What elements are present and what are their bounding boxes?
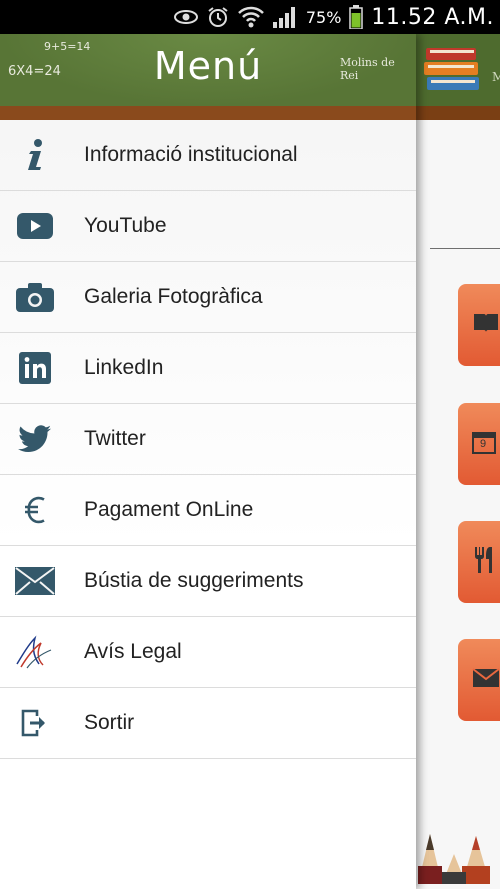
info-icon bbox=[0, 120, 70, 190]
menu-item-label: YouTube bbox=[84, 214, 167, 237]
cutlery-icon bbox=[472, 546, 496, 579]
menu-item-label: LinkedIn bbox=[84, 356, 164, 379]
menu-item-label: Avís Legal bbox=[84, 640, 182, 663]
menu-item-avis-legal[interactable]: Avís Legal bbox=[0, 617, 416, 688]
menu-item-youtube[interactable]: YouTube bbox=[0, 191, 416, 262]
pencils-decoration-icon bbox=[416, 814, 500, 889]
menu-item-label: Sortir bbox=[84, 711, 135, 734]
divider bbox=[430, 248, 500, 249]
mail-icon bbox=[472, 667, 500, 693]
youtube-icon bbox=[0, 191, 70, 261]
tile-book[interactable] bbox=[458, 284, 500, 366]
background-header-text: M bbox=[492, 70, 500, 84]
menu-item-galeria[interactable]: Galeria Fotogràfica bbox=[0, 262, 416, 333]
background-app-header: M bbox=[416, 34, 500, 106]
books-logo-icon bbox=[422, 44, 482, 101]
tile-restaurant[interactable] bbox=[458, 521, 500, 603]
drawer-header-strip bbox=[0, 106, 416, 120]
menu-item-twitter[interactable]: Twitter bbox=[0, 404, 416, 475]
linkedin-icon bbox=[0, 333, 70, 403]
drawer-title: Menú bbox=[153, 44, 263, 88]
battery-percent: 75% bbox=[305, 7, 342, 27]
menu-item-label: Bústia de suggeriments bbox=[84, 569, 304, 592]
menu-item-pagament[interactable]: Pagament OnLine bbox=[0, 475, 416, 546]
calendar-day: 9 bbox=[480, 437, 487, 450]
menu-item-label: Informació institucional bbox=[84, 143, 298, 166]
menu-item-bustia[interactable]: Bústia de suggeriments bbox=[0, 546, 416, 617]
tile-calendar[interactable]: 9 bbox=[458, 403, 500, 485]
calendar-icon: 9 bbox=[472, 430, 496, 459]
tile-mail[interactable] bbox=[458, 639, 500, 721]
eye-icon bbox=[173, 9, 198, 25]
battery-icon bbox=[349, 5, 364, 29]
menu-item-sortir[interactable]: Sortir bbox=[0, 688, 416, 759]
twitter-icon bbox=[0, 404, 70, 474]
menu-item-informacio[interactable]: Informació institucional bbox=[0, 120, 416, 191]
drawer-header: 9+5=14 6X4=24 Molins de Rei Menú bbox=[0, 34, 416, 106]
legal-logo-icon bbox=[0, 617, 70, 687]
clock: 11.52 A.M. bbox=[371, 4, 494, 30]
menu-item-linkedin[interactable]: LinkedIn bbox=[0, 333, 416, 404]
menu-item-label: Pagament OnLine bbox=[84, 498, 254, 521]
background-app-panel: M 9 bbox=[416, 34, 500, 889]
euro-icon bbox=[0, 475, 70, 545]
alarm-icon bbox=[206, 5, 230, 29]
background-header-strip bbox=[416, 106, 500, 120]
wifi-icon bbox=[237, 5, 264, 29]
navigation-drawer: 9+5=14 6X4=24 Molins de Rei Menú Informa… bbox=[0, 34, 416, 889]
book-icon bbox=[472, 312, 500, 339]
status-bar: 75% 11.52 A.M. bbox=[0, 0, 500, 34]
menu-item-label: Galeria Fotogràfica bbox=[84, 285, 263, 308]
menu-item-label: Twitter bbox=[84, 427, 146, 450]
exit-icon bbox=[0, 688, 70, 758]
signal-icon bbox=[272, 6, 298, 28]
menu-list: Informació institucional YouTube Galeria… bbox=[0, 120, 416, 759]
camera-icon bbox=[0, 262, 70, 332]
mail-icon bbox=[0, 546, 70, 616]
